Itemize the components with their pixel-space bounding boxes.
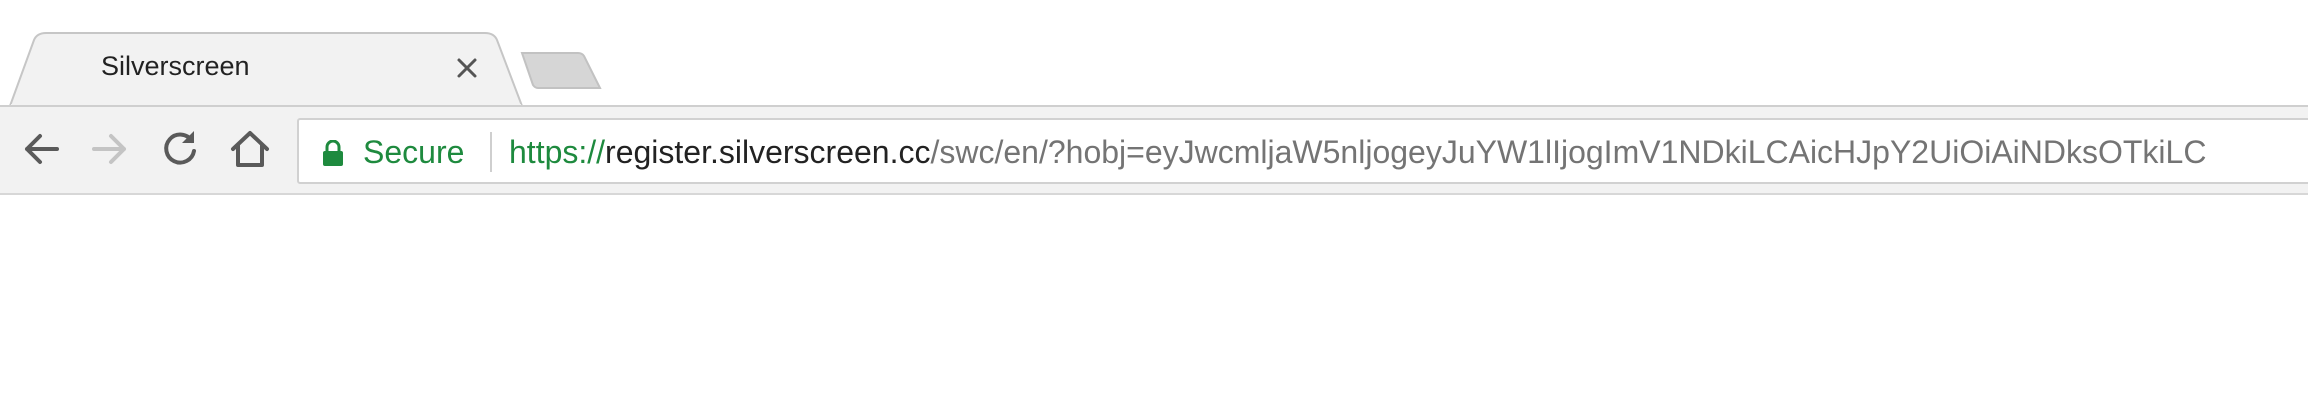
home-icon [231,131,269,167]
lock-icon[interactable] [321,139,345,171]
reload-button[interactable] [158,127,202,171]
home-button[interactable] [228,127,272,171]
tab-title: Silverscreen [101,51,250,81]
secure-label[interactable]: Secure [363,134,464,171]
close-icon[interactable] [453,54,481,82]
arrow-right-icon [92,134,126,164]
address-bar[interactable]: Secure https://register.silverscreen.cc/… [297,118,2308,184]
reload-icon [164,131,196,165]
arrow-left-icon [25,134,59,164]
browser-toolbar: Secure https://register.silverscreen.cc/… [0,105,2308,195]
omnibox-divider [490,132,492,172]
url-path: /swc/en/?hobj=eyJwcmljaW5nljogeyJuYW1lIj… [930,134,2207,170]
new-tab-icon [520,52,602,89]
url-scheme: https:// [509,134,606,170]
forward-button[interactable] [88,127,132,171]
url-host: register.silverscreen.cc [605,134,931,170]
new-tab-button[interactable] [518,50,602,97]
tab-strip: Silverscreen [0,0,2308,108]
back-button[interactable] [19,127,63,171]
url-text[interactable]: https://register.silverscreen.cc/swc/en/… [509,134,2206,171]
